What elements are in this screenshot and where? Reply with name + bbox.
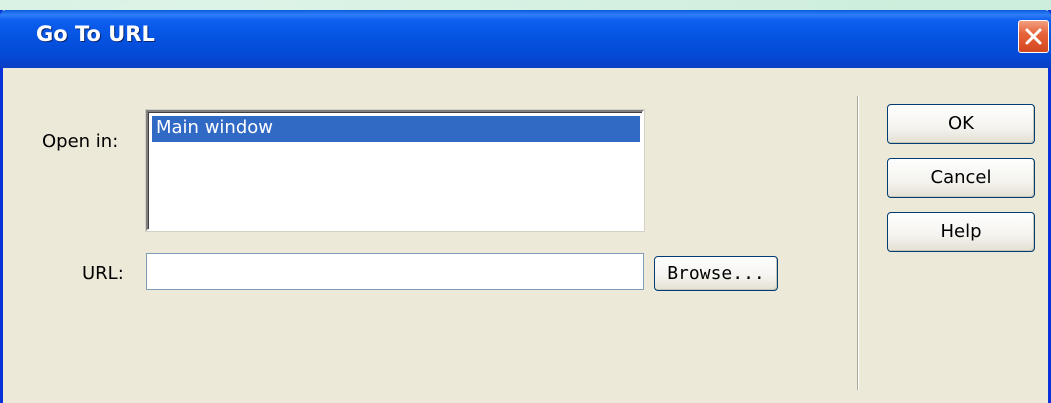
vertical-separator xyxy=(857,96,858,390)
browse-button[interactable]: Browse... xyxy=(654,256,778,291)
help-button[interactable]: Help xyxy=(887,212,1035,252)
open-in-label: Open in: xyxy=(42,131,119,152)
url-label: URL: xyxy=(82,263,124,284)
ok-button[interactable]: OK xyxy=(887,104,1035,144)
close-button[interactable] xyxy=(1018,20,1049,53)
dialog-title: Go To URL xyxy=(36,22,155,46)
open-in-listbox[interactable]: Main window xyxy=(146,110,644,231)
url-input[interactable] xyxy=(146,253,644,290)
go-to-url-dialog: Go To URL Open in: Main window URL: Brow… xyxy=(0,10,1051,403)
title-bar[interactable]: Go To URL xyxy=(0,10,1051,68)
list-item-main-window[interactable]: Main window xyxy=(152,116,640,142)
close-icon xyxy=(1025,28,1042,45)
cancel-button[interactable]: Cancel xyxy=(887,158,1035,198)
